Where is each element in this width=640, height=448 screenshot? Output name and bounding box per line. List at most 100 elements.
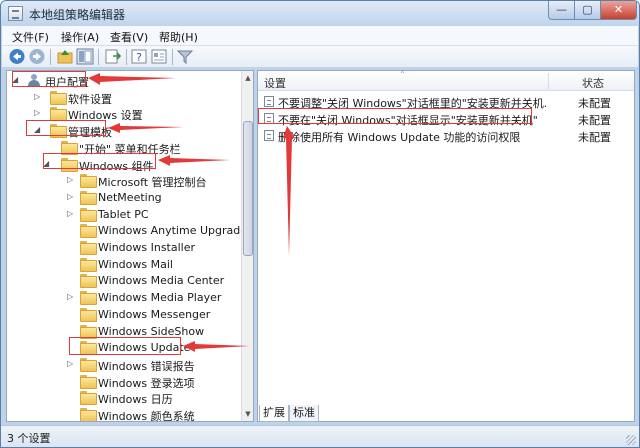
tree-item-label: Tablet PC	[98, 207, 149, 221]
tree-pane[interactable]: ◢ 用户配置 ▷ 软件设置 ▷ Windows 设置 ◢ 管理模板 "开始" 菜单和任务栏 ◢ Wi…	[6, 70, 254, 422]
tree-item-label: Windows Mail	[98, 257, 173, 271]
expand-arrow-icon[interactable]: ▷	[34, 108, 42, 118]
window-title: 本地组策略编辑器	[29, 8, 126, 22]
tree-item[interactable]: Windows 日历	[7, 390, 241, 406]
resize-grip-icon[interactable]	[626, 435, 636, 445]
tree-item-label: 管理模板	[68, 126, 112, 140]
expand-arrow-icon[interactable]: ▷	[67, 359, 75, 369]
folder-icon	[80, 174, 97, 189]
setting-name: 不要调整"关闭 Windows"对话框里的"安装更新并关机...	[278, 97, 546, 110]
tree-item-label: Windows Messenger	[98, 307, 211, 321]
tree-item[interactable]: ▷ NetMeeting	[7, 190, 241, 206]
svg-text:?: ?	[136, 51, 142, 64]
folder-icon	[80, 341, 97, 356]
tree-scrollbar[interactable]: ▲ ▼	[241, 71, 253, 421]
toolbar-separator	[98, 49, 99, 65]
toolbar-separator	[172, 49, 173, 65]
menu-view[interactable]: 查看(V)	[110, 29, 148, 45]
toolbar-separator	[126, 49, 127, 65]
minimize-button[interactable]: —	[548, 1, 575, 20]
filter-icon[interactable]	[176, 48, 194, 65]
setting-state: 未配置	[578, 97, 611, 110]
toolbar: ?	[2, 46, 638, 68]
column-divider[interactable]	[548, 73, 549, 89]
tree-item-label: Windows 颜色系统	[98, 410, 195, 422]
tree-item[interactable]: ▷ Tablet PC	[7, 207, 241, 223]
tree-item-label: NetMeeting	[98, 190, 162, 204]
tree-item[interactable]: ▷ Microsoft 管理控制台	[7, 173, 241, 189]
tree-item[interactable]: Windows SideShow	[7, 324, 241, 340]
app-icon	[8, 6, 23, 21]
folder-icon	[80, 257, 97, 272]
policy-setting-icon	[264, 113, 274, 124]
tree-item-label: 用户配置	[45, 76, 89, 89]
tree-item[interactable]: Windows Mail	[7, 257, 241, 273]
expand-arrow-icon[interactable]: ▷	[67, 192, 75, 202]
tree-item-label: Windows Update	[98, 341, 191, 355]
menu-file[interactable]: 文件(F)	[12, 29, 49, 45]
details-pane[interactable]: ⌃ 设置 状态 不要调整"关闭 Windows"对话框里的"安装更新并关机...…	[257, 70, 635, 422]
tree-item[interactable]: ◢ Windows 组件	[7, 157, 241, 173]
tree-item[interactable]: ▷ Windows 设置	[7, 106, 241, 122]
menu-action[interactable]: 操作(A)	[61, 29, 99, 45]
menu-help[interactable]: 帮助(H)	[159, 29, 198, 45]
tree-item[interactable]: Windows 登录选项	[7, 374, 241, 390]
expand-arrow-icon[interactable]: ▷	[67, 292, 75, 302]
folder-icon	[80, 224, 97, 239]
scroll-down-icon[interactable]: ▼	[242, 407, 253, 421]
tree-item[interactable]: ▷ 软件设置	[7, 90, 241, 106]
tree-item[interactable]: Windows Anytime Upgrade	[7, 223, 247, 239]
column-header: ⌃ 设置 状态	[258, 71, 634, 91]
setting-row[interactable]: 删除使用所有 Windows Update 功能的访问权限 未配置	[260, 127, 632, 144]
tree-item[interactable]: Windows Installer	[7, 240, 241, 256]
collapse-arrow-icon[interactable]: ◢	[43, 159, 51, 169]
tree-item[interactable]: ▷ Windows 错误报告	[7, 357, 241, 373]
tree-item-label: Windows 登录选项	[98, 376, 195, 390]
tree-item-label: 软件设置	[68, 92, 112, 106]
folder-icon	[80, 357, 97, 372]
column-state[interactable]: 状态	[582, 75, 604, 91]
collapse-arrow-icon[interactable]: ◢	[12, 75, 20, 85]
folder-icon	[80, 207, 97, 222]
menu-bar: 文件(F) 操作(A) 查看(V) 帮助(H)	[2, 26, 638, 46]
tree-item-label: Windows 错误报告	[98, 359, 195, 373]
help-icon[interactable]: ?	[130, 48, 148, 65]
maximize-button[interactable]: ▢	[575, 1, 601, 20]
up-folder-icon[interactable]	[56, 48, 74, 65]
folder-icon	[80, 408, 97, 421]
export-icon[interactable]	[104, 48, 122, 65]
status-bar: 3 个设置	[1, 425, 639, 447]
tree-item[interactable]: Windows Messenger	[7, 307, 241, 323]
folder-icon	[80, 391, 97, 406]
tree-item[interactable]: ◢ 用户配置	[7, 73, 241, 89]
tab-standard[interactable]: 标准	[289, 405, 319, 422]
expand-arrow-icon[interactable]: ▷	[67, 209, 75, 219]
folder-icon	[80, 274, 97, 289]
expand-arrow-icon[interactable]: ▷	[34, 92, 42, 102]
tree-item[interactable]: Windows Media Center	[7, 273, 241, 289]
tree-item[interactable]: Windows Update	[7, 340, 241, 356]
scrollbar-thumb[interactable]	[243, 121, 253, 256]
close-button[interactable]: ✕	[601, 1, 637, 20]
collapse-arrow-icon[interactable]: ◢	[34, 125, 42, 135]
forward-arrow-icon[interactable]	[28, 48, 46, 65]
scroll-up-icon[interactable]: ▲	[242, 71, 253, 85]
tree-item[interactable]: ▷ Windows Media Player	[7, 290, 241, 306]
column-setting[interactable]: 设置	[264, 75, 286, 91]
tree-item-label: Windows 组件	[79, 159, 154, 173]
folder-icon	[61, 140, 78, 155]
tree-item-label: Windows SideShow	[98, 324, 205, 338]
setting-row[interactable]: 不要在"关闭 Windows"对话框显示"安装更新并关机" 未配置	[260, 110, 632, 127]
show-tree-icon[interactable]	[76, 48, 94, 65]
properties-icon[interactable]	[150, 48, 168, 65]
tree-item-label: Windows 设置	[68, 109, 143, 123]
title-bar[interactable]: 本地组策略编辑器 — ▢ ✕	[1, 1, 639, 26]
tree-item[interactable]: "开始" 菜单和任务栏	[7, 140, 241, 156]
expand-arrow-icon[interactable]: ▷	[67, 175, 75, 185]
back-arrow-icon[interactable]	[8, 48, 26, 65]
tree-item[interactable]: Windows 颜色系统	[7, 407, 241, 422]
tab-extended[interactable]: 扩展	[259, 405, 289, 422]
setting-row[interactable]: 不要调整"关闭 Windows"对话框里的"安装更新并关机... 未配置	[260, 93, 632, 110]
setting-name: 不要在"关闭 Windows"对话框显示"安装更新并关机"	[278, 114, 538, 127]
tree-item[interactable]: ◢ 管理模板	[7, 123, 241, 139]
